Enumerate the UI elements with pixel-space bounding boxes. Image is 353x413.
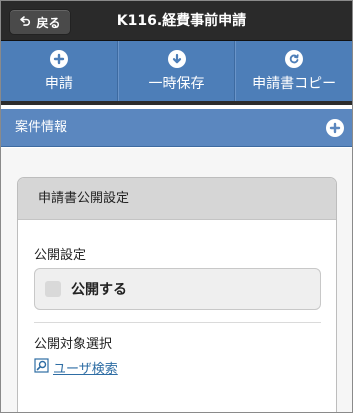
save-draft-label: 一時保存 — [148, 75, 205, 92]
search-icon — [34, 358, 49, 377]
action-toolbar: 申請 一時保存 申請書コピー — [1, 41, 352, 105]
content-area: 申請書公開設定 公開設定 公開する 公開対象選択 ユーザ検索 — [1, 148, 352, 412]
copy-application-button[interactable]: 申請書コピー — [235, 41, 352, 101]
user-search-label: ユーザ検索 — [53, 362, 118, 377]
section-case-info[interactable]: 案件情報 — [1, 109, 352, 147]
page-title: K116.経費事前申請 — [116, 13, 247, 29]
plus-icon — [49, 49, 68, 68]
publish-checkbox[interactable] — [45, 281, 61, 297]
target-selection-label: 公開対象選択 — [34, 337, 113, 352]
publish-option-label: 公開する — [71, 282, 127, 298]
app-frame: 戻る K116.経費事前申請 申請 一時保存 申請書コピー 案件情報 申請書公開… — [0, 0, 353, 413]
user-search-link[interactable]: ユーザ検索 — [34, 358, 118, 377]
copy-application-label: 申請書コピー — [252, 75, 337, 92]
submit-button[interactable]: 申請 — [1, 41, 118, 101]
refresh-icon — [285, 49, 304, 68]
expand-plus-icon[interactable] — [326, 119, 344, 137]
visibility-label: 公開設定 — [34, 248, 87, 263]
publish-checkbox-field[interactable]: 公開する — [34, 268, 321, 310]
back-arrow-icon — [19, 15, 31, 30]
submit-button-label: 申請 — [44, 75, 73, 92]
section-title: 案件情報 — [15, 120, 68, 135]
card-title: 申請書公開設定 — [18, 178, 336, 220]
save-draft-button[interactable]: 一時保存 — [117, 41, 236, 101]
arrow-down-icon — [167, 49, 186, 68]
divider — [34, 322, 321, 323]
back-button[interactable]: 戻る — [9, 9, 71, 35]
header-bar: 戻る K116.経費事前申請 — [1, 1, 352, 41]
back-label: 戻る — [36, 15, 61, 30]
visibility-settings-card: 申請書公開設定 公開設定 公開する 公開対象選択 ユーザ検索 — [17, 177, 337, 412]
